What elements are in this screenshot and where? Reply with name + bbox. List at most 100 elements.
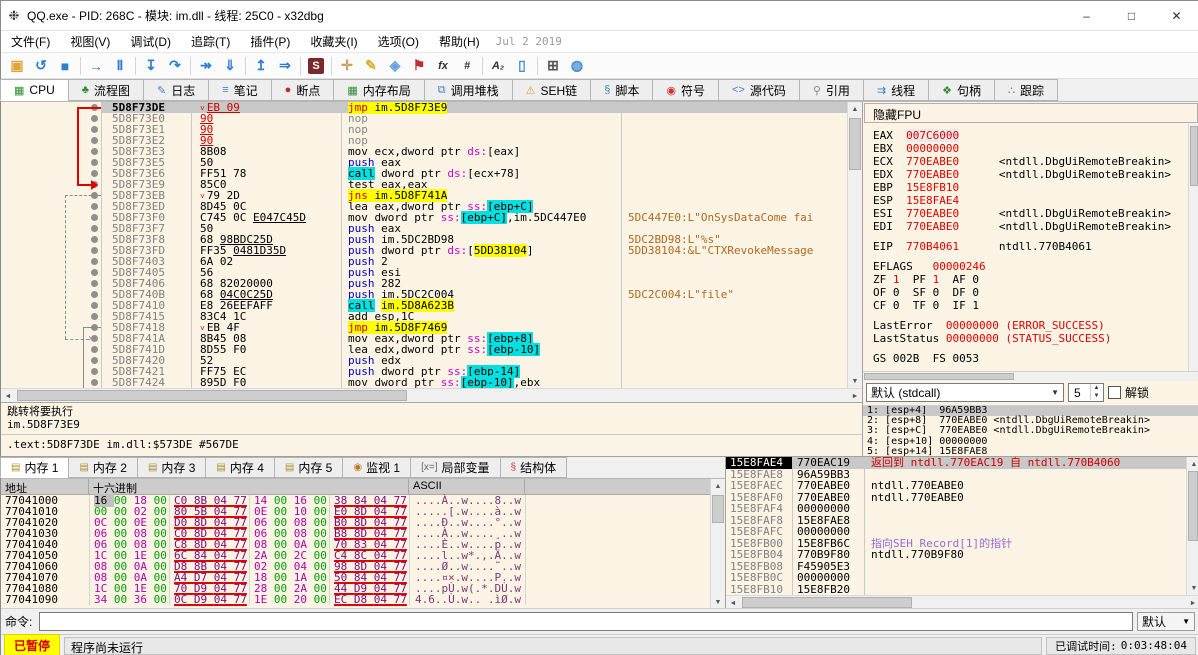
breakpoint-dot[interactable] bbox=[91, 379, 98, 386]
stack-row[interactable]: 15E8FAF815E8FAE8 bbox=[726, 515, 1187, 527]
breakpoint-dot[interactable] bbox=[91, 203, 98, 210]
tab-breakpoints[interactable]: ●断点 bbox=[271, 79, 335, 101]
menu-item-v[interactable]: 视图(V) bbox=[60, 33, 120, 51]
dump-tab-memory-3[interactable]: ▤内存 3 bbox=[137, 457, 206, 478]
breakpoint-dot[interactable] bbox=[91, 291, 98, 298]
stack-row[interactable]: 15E8FB0015E8FB6C指向SEH_Record[1]的指针 bbox=[726, 538, 1187, 550]
breakpoint-dot[interactable] bbox=[91, 148, 98, 155]
breakpoint-dot[interactable] bbox=[91, 126, 98, 133]
step-out-icon[interactable]: ↥ bbox=[249, 55, 273, 77]
stop-icon[interactable]: ■ bbox=[53, 55, 77, 77]
breakpoint-dot[interactable] bbox=[91, 214, 98, 221]
dump-tab-memory-1[interactable]: ▤内存 1 bbox=[0, 457, 69, 478]
tab-seh[interactable]: ⚠SEH链 bbox=[512, 79, 592, 101]
menu-item-p[interactable]: 插件(P) bbox=[240, 33, 300, 51]
tab-handles[interactable]: ❖句柄 bbox=[928, 79, 995, 101]
bookmarks-icon[interactable]: ⚑ bbox=[407, 55, 431, 77]
breakpoint-dot[interactable] bbox=[91, 225, 98, 232]
breakpoint-dot[interactable] bbox=[91, 357, 98, 364]
patch-icon[interactable]: ✛ bbox=[335, 55, 359, 77]
step-over-icon[interactable]: ↷ bbox=[163, 55, 187, 77]
stack-vscrollbar[interactable]: ▲ ▼ bbox=[1186, 457, 1198, 595]
dump-tab-memory-2[interactable]: ▤内存 2 bbox=[68, 457, 137, 478]
tab-symbols[interactable]: ◉符号 bbox=[652, 79, 719, 101]
labels-icon[interactable]: ◈ bbox=[383, 55, 407, 77]
calling-convention-select[interactable]: 默认 (stdcall) ▼ bbox=[866, 383, 1064, 402]
maximize-button[interactable]: □ bbox=[1109, 1, 1154, 31]
stack-row[interactable]: 15E8FB08F45905E3 bbox=[726, 561, 1187, 573]
menu-item-f[interactable]: 文件(F) bbox=[1, 33, 60, 51]
stack-row[interactable]: 15E8FAE896A59BB3 bbox=[726, 469, 1187, 481]
calculator-icon[interactable]: ⊞ bbox=[541, 55, 565, 77]
breakpoint-dot[interactable] bbox=[91, 368, 98, 375]
stack-row[interactable]: 15E8FB04770B9F80ntdll.770B9F80 bbox=[726, 549, 1187, 561]
dump-tab-locals[interactable]: [x=]局部变量 bbox=[410, 457, 500, 478]
tab-memory-map[interactable]: ▦内存布局 bbox=[333, 79, 424, 101]
dump-vscrollbar[interactable]: ▲ ▼ bbox=[710, 479, 725, 609]
tab-call-stack[interactable]: ⧉调用堆栈 bbox=[424, 79, 513, 101]
breakpoint-dot[interactable] bbox=[91, 302, 98, 309]
argument-list[interactable]: 1: [esp+4] 96A59BB32: [esp+8] 770EABE0 <… bbox=[863, 405, 1198, 456]
tab-threads[interactable]: ⇉线程 bbox=[863, 79, 929, 101]
breakpoint-dot[interactable] bbox=[91, 247, 98, 254]
run-icon[interactable]: → bbox=[84, 55, 108, 77]
restart-icon[interactable]: ↺ bbox=[29, 55, 53, 77]
breakpoint-dot[interactable] bbox=[91, 280, 98, 287]
disasm-row[interactable]: 5D8F7424895D F0mov dword ptr ss:[ebp-10]… bbox=[1, 377, 847, 388]
stack-row[interactable]: 15E8FAE4770EAC19返回到 ntdll.770EAC19 自 ntd… bbox=[726, 457, 1187, 469]
comments-icon[interactable]: ✎ bbox=[359, 55, 383, 77]
minimize-button[interactable]: – bbox=[1064, 1, 1109, 31]
command-mode-select[interactable]: 默认 ▼ bbox=[1137, 612, 1195, 631]
registers-vscrollbar[interactable] bbox=[1188, 124, 1198, 371]
breakpoint-dot[interactable] bbox=[91, 115, 98, 122]
tab-source[interactable]: <>源代码 bbox=[718, 79, 800, 101]
attach-icon[interactable]: ▯ bbox=[510, 55, 534, 77]
unlock-checkbox[interactable] bbox=[1108, 386, 1121, 399]
register-list[interactable]: EAX 007C6000EBX 00000000ECX 770EABE0 <nt… bbox=[863, 124, 1189, 371]
breakpoint-dot[interactable] bbox=[91, 258, 98, 265]
breakpoint-dot[interactable] bbox=[91, 346, 98, 353]
menu-item-d[interactable]: 调试(D) bbox=[120, 33, 181, 51]
command-input[interactable] bbox=[39, 612, 1133, 631]
tab-graph[interactable]: ♣流程图 bbox=[68, 79, 144, 101]
stack-row[interactable]: 15E8FB0C00000000 bbox=[726, 572, 1187, 584]
stack-row[interactable]: 15E8FAF400000000 bbox=[726, 503, 1187, 515]
run-down-icon[interactable]: ⇓ bbox=[218, 55, 242, 77]
dump-tab-memory-5[interactable]: ▤内存 5 bbox=[274, 457, 343, 478]
animate-s-icon[interactable]: S bbox=[304, 55, 328, 77]
dump-tab-struct[interactable]: §结构体 bbox=[500, 457, 568, 478]
menu-item-i[interactable]: 收藏夹(I) bbox=[300, 33, 367, 51]
menu-item-t[interactable]: 追踪(T) bbox=[181, 33, 240, 51]
stack-row[interactable]: 15E8FAEC770EABE0ntdll.770EABE0 bbox=[726, 480, 1187, 492]
pause-icon[interactable]: Ⅱ bbox=[108, 55, 132, 77]
menu-item-o[interactable]: 选项(O) bbox=[368, 33, 429, 51]
disassembly-vscrollbar[interactable]: ▲ ▼ bbox=[847, 102, 862, 388]
argument-count-stepper[interactable]: 5 ▲▼ bbox=[1068, 383, 1104, 402]
stack-row[interactable]: 15E8FB1015E8FB20 bbox=[726, 584, 1187, 596]
stack-hscrollbar[interactable]: ◄ ► bbox=[726, 595, 1198, 609]
breakpoint-dot[interactable] bbox=[91, 170, 98, 177]
strings-icon[interactable]: A₂ bbox=[486, 55, 510, 77]
hash-icon[interactable]: # bbox=[455, 55, 479, 77]
tab-script[interactable]: §脚本 bbox=[590, 79, 653, 101]
stepper-arrows-icon[interactable]: ▲▼ bbox=[1090, 384, 1102, 400]
breakpoint-dot[interactable] bbox=[91, 269, 98, 276]
hide-fpu-button[interactable]: 隐藏FPU bbox=[864, 103, 1198, 123]
argument-row[interactable]: 5: [esp+14] 15E8FAE8 bbox=[863, 447, 1198, 456]
dump-tab-memory-4[interactable]: ▤内存 4 bbox=[205, 457, 274, 478]
registers-hscrollbar[interactable] bbox=[863, 371, 1198, 381]
functions-icon[interactable]: fx bbox=[431, 55, 455, 77]
dump-row[interactable]: 7704109034 00 36 000C D9 04 771E 00 20 0… bbox=[1, 594, 725, 605]
dump-tab-watch-1[interactable]: ◉监视 1 bbox=[342, 457, 411, 478]
breakpoint-dot[interactable] bbox=[91, 159, 98, 166]
menu-item-h[interactable]: 帮助(H) bbox=[429, 33, 490, 51]
tab-notes[interactable]: ≡笔记 bbox=[208, 79, 271, 101]
run-to-user-code-icon[interactable]: ⇒ bbox=[273, 55, 297, 77]
tab-references[interactable]: ⚲引用 bbox=[799, 79, 864, 101]
tab-log[interactable]: ✎日志 bbox=[143, 79, 209, 101]
breakpoint-dot[interactable] bbox=[91, 137, 98, 144]
stack-row[interactable]: 15E8FAFC00000000 bbox=[726, 526, 1187, 538]
breakpoint-dot[interactable] bbox=[91, 313, 98, 320]
step-into-icon[interactable]: ↧ bbox=[139, 55, 163, 77]
disassembly-hscrollbar[interactable]: ◄ ► bbox=[1, 388, 862, 402]
